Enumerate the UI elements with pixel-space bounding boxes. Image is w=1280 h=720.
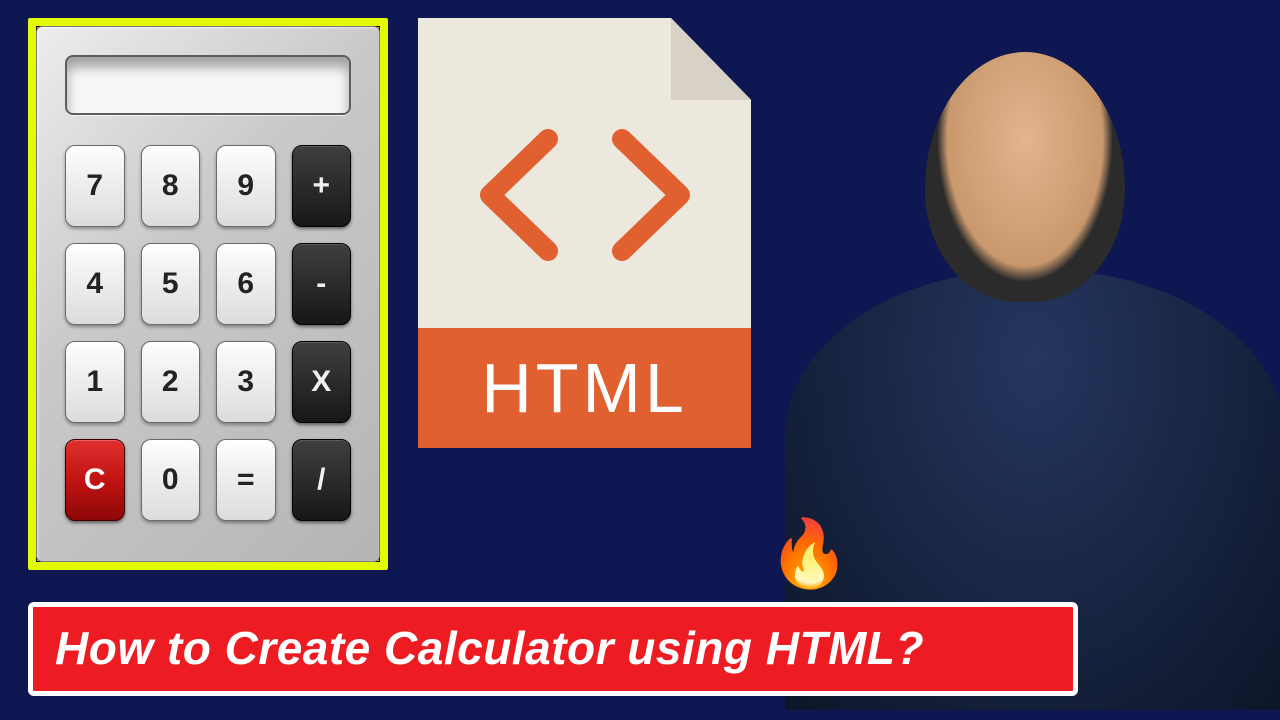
key-clear[interactable]: C [65,439,125,521]
file-type-label: HTML [418,328,751,448]
key-divide[interactable]: / [292,439,352,521]
key-plus[interactable]: + [292,145,352,227]
key-4[interactable]: 4 [65,243,125,325]
key-9[interactable]: 9 [216,145,276,227]
calculator-frame: 7 8 9 + 4 5 6 - 1 2 3 X C 0 = / [28,18,388,570]
calculator-display[interactable] [65,55,351,115]
calculator: 7 8 9 + 4 5 6 - 1 2 3 X C 0 = / [36,26,380,562]
key-5[interactable]: 5 [141,243,201,325]
key-8[interactable]: 8 [141,145,201,227]
key-equals[interactable]: = [216,439,276,521]
key-minus[interactable]: - [292,243,352,325]
angle-brackets-icon [418,110,751,280]
key-0[interactable]: 0 [141,439,201,521]
key-1[interactable]: 1 [65,341,125,423]
key-7[interactable]: 7 [65,145,125,227]
fire-icon: 🔥 [768,520,850,586]
title-banner: How to Create Calculator using HTML? [28,602,1078,696]
html-file-icon: HTML [418,18,751,448]
key-3[interactable]: 3 [216,341,276,423]
key-6[interactable]: 6 [216,243,276,325]
key-2[interactable]: 2 [141,341,201,423]
key-multiply[interactable]: X [292,341,352,423]
calculator-keypad: 7 8 9 + 4 5 6 - 1 2 3 X C 0 = / [59,145,357,521]
